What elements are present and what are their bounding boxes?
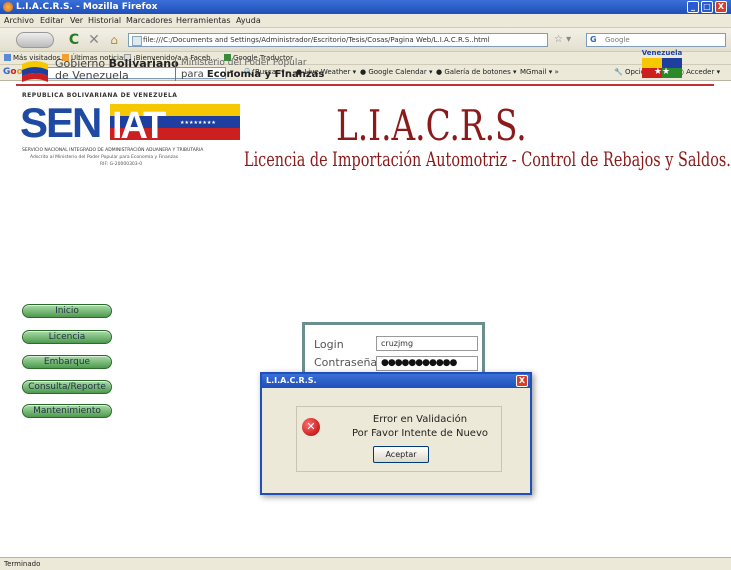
bookmark-star-icon[interactable]: ☆ ▾ <box>554 34 571 45</box>
ministerio-line2: para Economía y Finanzas <box>181 69 325 80</box>
error-dialog: L.I.A.C.R.S. X ✕ Error en Validación Por… <box>260 372 532 495</box>
password-input[interactable]: ●●●●●●●●●●● <box>376 356 478 371</box>
aceptar-button[interactable]: Aceptar <box>373 446 429 463</box>
menu-archivo[interactable]: Archivo <box>4 16 34 25</box>
menu-ver[interactable]: Ver <box>70 16 83 25</box>
app-title: L.I.A.C.R.S. <box>336 101 527 150</box>
svg-text:★★★★★★★★: ★★★★★★★★ <box>180 120 216 126</box>
reload-icon[interactable]: C <box>66 32 82 48</box>
back-forward-button[interactable] <box>16 32 54 48</box>
seniat-subtitle-2: Adscrito al Ministerio del Poder Popular… <box>30 155 179 160</box>
gobierno-line2: de Venezuela <box>55 69 129 82</box>
error-icon: ✕ <box>302 418 320 436</box>
bookmark-icon <box>4 54 11 61</box>
search-input[interactable]: Google <box>586 33 726 47</box>
login-input[interactable]: cruzjmg <box>376 336 478 351</box>
firefox-icon <box>3 2 13 12</box>
minimize-button[interactable]: _ <box>687 1 699 13</box>
menu-bar: Archivo Editar Ver Historial Marcadores … <box>0 14 731 28</box>
close-window-button[interactable]: X <box>715 1 727 13</box>
seniat-republica-text: REPUBLICA BOLIVARIANA DE VENEZUELA <box>22 92 178 99</box>
seniat-logo: SEN <box>20 99 102 146</box>
menu-marcadores[interactable]: Marcadores <box>126 16 172 25</box>
sidebar-item-consulta-reporte[interactable]: Consulta/Reporte <box>22 380 112 394</box>
browser-window: L.I.A.C.R.S. - Mozilla Firefox _ □ X Arc… <box>0 0 731 570</box>
header-separator <box>175 57 176 81</box>
dialog-close-button[interactable]: X <box>516 375 528 387</box>
button-gallery[interactable]: ● Galería de botones ▾ <box>436 68 517 76</box>
dialog-titlebar[interactable]: L.I.A.C.R.S. X <box>262 374 530 388</box>
app-subtitle: Licencia de Importación Automotriz - Con… <box>244 147 731 171</box>
window-titlebar[interactable]: L.I.A.C.R.S. - Mozilla Firefox _ □ X <box>0 0 731 14</box>
ministerio-line1: Ministerio del Poder Popular <box>181 58 307 68</box>
gmail-button[interactable]: MGmail ▾ » <box>520 68 559 76</box>
dialog-title: L.I.A.C.R.S. <box>266 376 317 385</box>
header-divider <box>16 84 714 86</box>
sidebar-item-inicio[interactable]: Inicio <box>22 304 112 318</box>
google-calendar-button[interactable]: ● Google Calendar ▾ <box>360 68 432 76</box>
home-icon[interactable]: ⌂ <box>106 32 122 48</box>
sidebar-item-mantenimiento[interactable]: Mantenimiento <box>22 404 112 418</box>
seniat-flag-logo: IAT ★★★★★★★★ <box>110 104 240 140</box>
window-title: L.I.A.C.R.S. - Mozilla Firefox <box>16 2 158 12</box>
menu-historial[interactable]: Historial <box>88 16 121 25</box>
menu-editar[interactable]: Editar <box>40 16 64 25</box>
venezuela-logo: Venezuela ★★ <box>642 49 683 78</box>
menu-ayuda[interactable]: Ayuda <box>236 16 261 25</box>
dialog-message-line2: Por Favor Intente de Nuevo <box>351 428 488 439</box>
password-label: Contraseña <box>314 356 378 369</box>
venezuela-flag-icon <box>22 61 48 82</box>
menu-herramientas[interactable]: Herramientas <box>176 16 231 25</box>
maximize-button[interactable]: □ <box>701 1 713 13</box>
navigation-toolbar: C ✕ ⌂ file:///C:/Documents and Settings/… <box>0 28 731 52</box>
sidebar-item-embarque[interactable]: Embarque <box>22 355 112 369</box>
svg-text:Venezuela: Venezuela <box>642 49 683 57</box>
dialog-message-line1: Error en Validación <box>372 414 468 425</box>
seniat-rif: RIF: G-20000303-0 <box>100 162 143 167</box>
seniat-subtitle-1: SERVICIO NACIONAL INTEGRADO DE ADMINISTR… <box>22 148 204 153</box>
status-bar: Terminado <box>0 557 731 570</box>
url-bar[interactable]: file:///C:/Documents and Settings/Admini… <box>128 33 548 47</box>
sidebar-item-licencia[interactable]: Licencia <box>22 330 112 344</box>
svg-text:IAT: IAT <box>112 105 166 140</box>
login-label: Login <box>314 338 344 351</box>
svg-text:★★: ★★ <box>654 67 670 77</box>
stop-icon[interactable]: ✕ <box>86 32 102 48</box>
